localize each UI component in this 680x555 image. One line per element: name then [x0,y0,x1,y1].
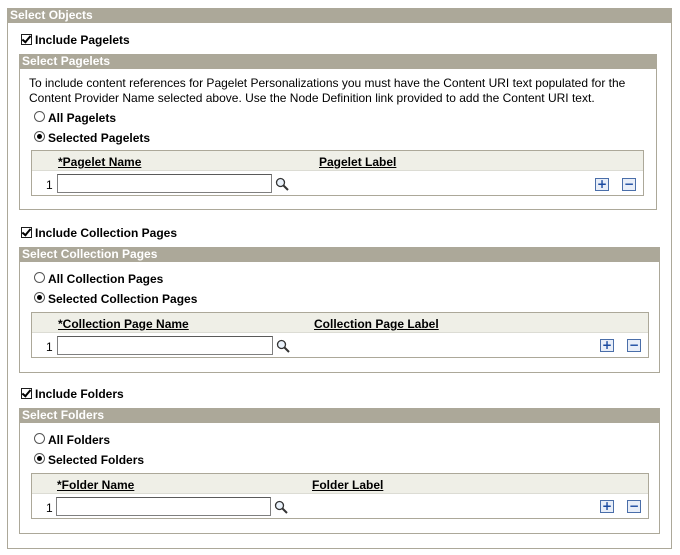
folders-row-number: 1 [46,501,53,515]
selected-pagelets-label: Selected Pagelets [48,131,151,145]
collection-page-label-column-header[interactable]: Collection Page Label [314,317,439,331]
folders-add-row-button[interactable]: + [600,500,614,513]
selected-collection-pages-label: Selected Collection Pages [48,292,198,306]
include-pagelets-checkbox[interactable] [21,34,32,45]
folder-label-column-header[interactable]: Folder Label [312,478,383,492]
collection-page-lookup-icon[interactable] [276,339,290,353]
selected-folders-label: Selected Folders [48,453,145,467]
collection-pages-row-number: 1 [46,340,53,354]
selected-folders-radio[interactable] [34,453,45,464]
pagelets-add-row-button[interactable]: + [595,178,609,191]
all-pagelets-label: All Pagelets [48,111,117,125]
include-collection-pages-label: Include Collection Pages [35,226,178,240]
all-collection-pages-radio[interactable] [34,272,45,283]
all-folders-radio[interactable] [34,433,45,444]
collection-page-name-input[interactable] [57,336,273,355]
pagelet-name-input[interactable] [57,174,272,193]
pagelet-name-column-header[interactable]: *Pagelet Name [58,155,141,169]
collection-pages-grid: *Collection Page Name Collection Page La… [31,312,649,358]
pagelets-info-line-1: To include content references for Pagele… [29,76,626,90]
pagelets-delete-row-button[interactable]: − [622,178,636,191]
pagelets-grid: *Pagelet Name Pagelet Label 1 + − [31,150,644,196]
folder-name-column-header[interactable]: *Folder Name [57,478,134,492]
collection-pages-add-row-button[interactable]: + [600,339,614,352]
selected-collection-pages-radio[interactable] [34,292,45,303]
include-pagelets-label: Include Pagelets [35,33,130,47]
collection-pages-delete-row-button[interactable]: − [627,339,641,352]
folder-name-input[interactable] [56,497,271,516]
folders-delete-row-button[interactable]: − [627,500,641,513]
all-folders-label: All Folders [48,433,111,447]
pagelet-lookup-icon[interactable] [275,177,289,191]
all-collection-pages-label: All Collection Pages [48,272,164,286]
selected-pagelets-radio[interactable] [34,131,45,142]
include-collection-pages-checkbox[interactable] [21,227,32,238]
include-folders-checkbox[interactable] [21,388,32,399]
all-pagelets-radio[interactable] [34,111,45,122]
pagelet-label-column-header[interactable]: Pagelet Label [319,155,396,169]
folder-lookup-icon[interactable] [274,500,288,514]
folders-grid: *Folder Name Folder Label 1 + − [31,473,649,519]
include-folders-label: Include Folders [35,387,124,401]
collection-page-name-column-header[interactable]: *Collection Page Name [58,317,189,331]
pagelets-info-line-2: Content Provider Name selected above. Us… [29,91,595,105]
pagelets-row-number: 1 [46,178,53,192]
